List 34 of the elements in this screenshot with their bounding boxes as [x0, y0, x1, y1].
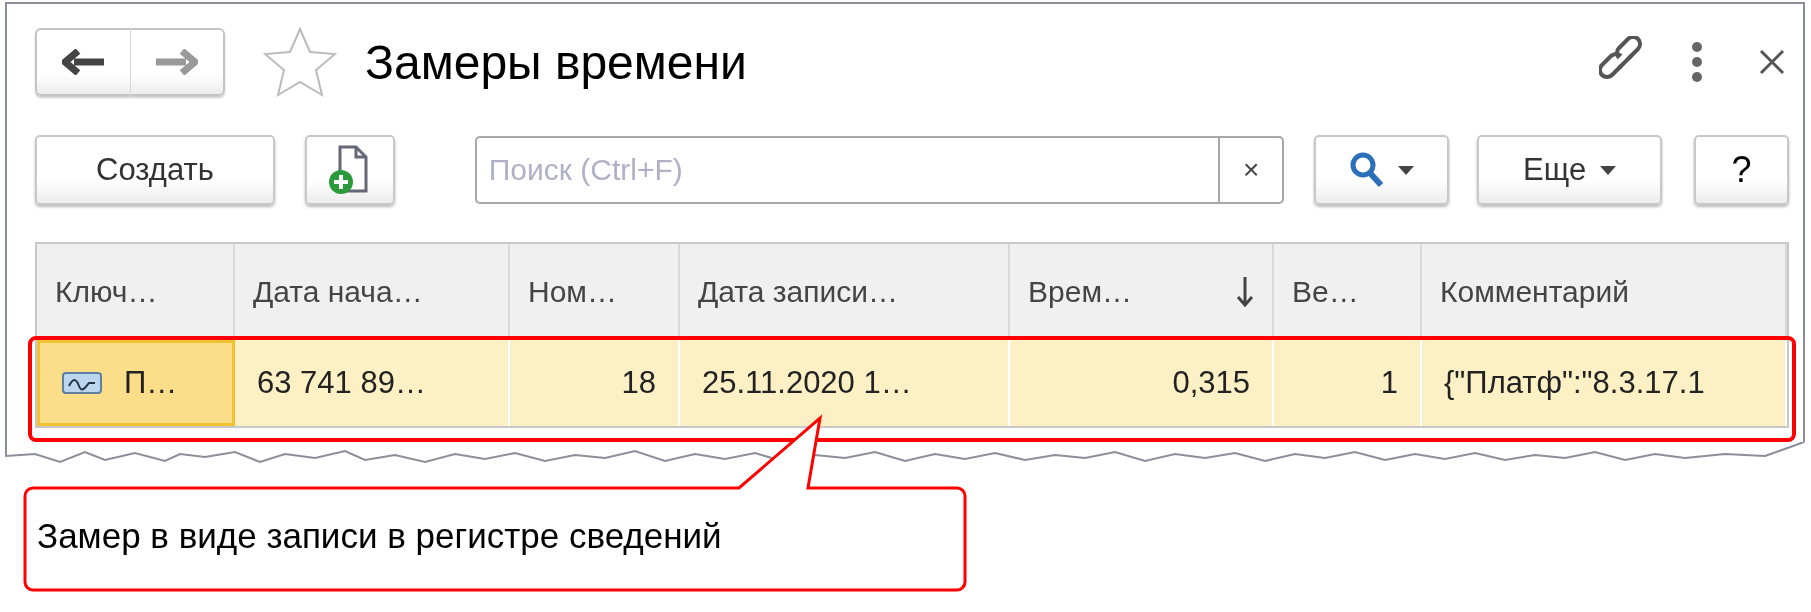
column-title: Врем…: [1028, 275, 1132, 309]
star-icon[interactable]: [263, 26, 337, 98]
forward-arrow-icon: [155, 49, 198, 75]
cell-text: П…: [124, 365, 178, 401]
create-button[interactable]: Создать: [35, 135, 275, 205]
caret-icon: [1600, 165, 1617, 175]
search-field[interactable]: Поиск (Ctrl+F): [474, 136, 1219, 204]
more-options-button[interactable]: [1691, 42, 1703, 82]
column-title: Ном…: [528, 275, 617, 309]
cell-text: 18: [621, 365, 656, 401]
caret-icon: [1397, 165, 1414, 175]
column-title: Ключ…: [55, 275, 158, 309]
more-button[interactable]: Еще: [1477, 135, 1663, 205]
close-button[interactable]: [1759, 49, 1785, 75]
column-title: Комментарий: [1440, 275, 1629, 309]
back-arrow-icon: [62, 49, 105, 75]
cell-text: {"Платф":"8.3.17.1: [1444, 365, 1705, 401]
clear-search-button[interactable]: ×: [1218, 136, 1285, 204]
back-button[interactable]: [35, 28, 131, 96]
column-title: Ве…: [1292, 275, 1359, 309]
cell-text: 63 741 89…: [257, 365, 426, 401]
window-title: Замеры времени: [365, 34, 747, 90]
vertical-dots-icon: [1691, 42, 1703, 82]
search-button[interactable]: [1314, 135, 1450, 205]
cell-text: 25.11.2020 1…: [702, 365, 912, 401]
help-button[interactable]: ?: [1694, 135, 1789, 205]
column-title: Дата нача…: [253, 275, 423, 309]
add-document-button[interactable]: [304, 135, 395, 205]
close-icon: [1759, 49, 1785, 75]
callout-text: Замер в виде записи в регистре сведений: [37, 516, 722, 556]
cell-text: 0,315: [1172, 365, 1250, 401]
column-title: Дата записи…: [698, 275, 898, 309]
cell-text: 1: [1380, 365, 1398, 401]
search-icon: [1349, 152, 1384, 188]
